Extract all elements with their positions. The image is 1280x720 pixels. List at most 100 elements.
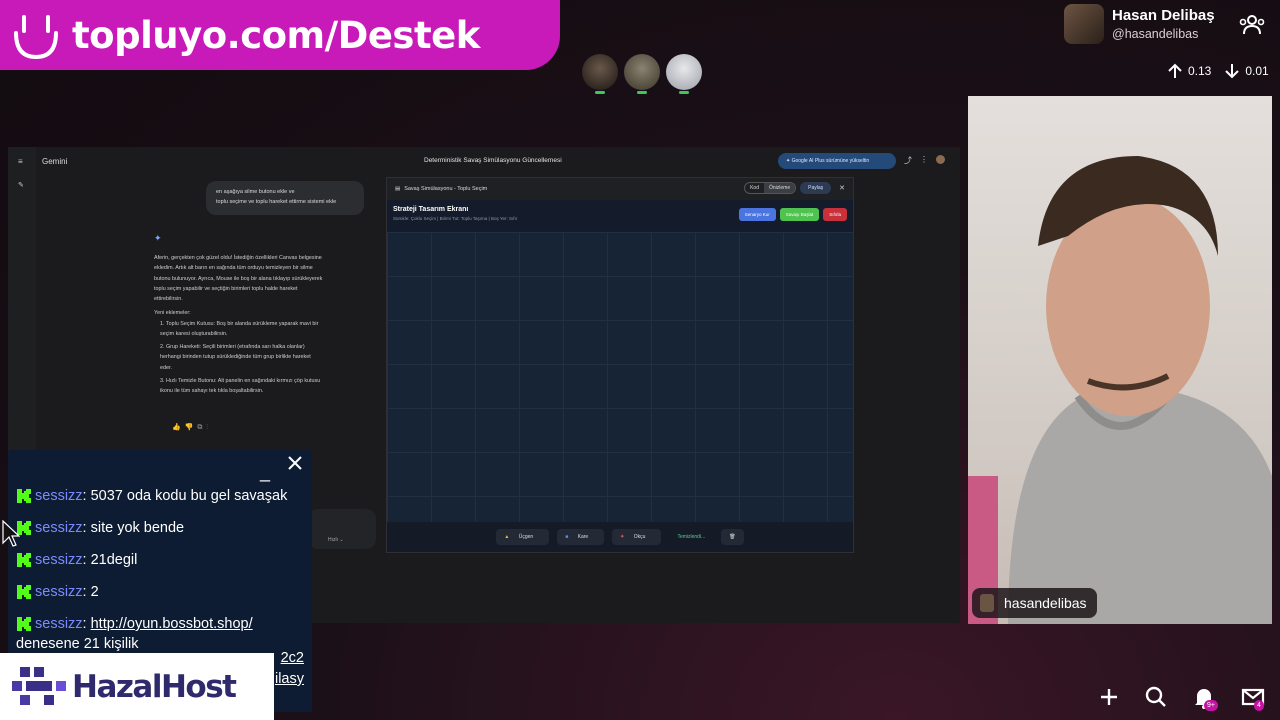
answer-line: 3. Hızlı Temizle Butonu: Alt panelin en … <box>160 377 321 384</box>
tab-code[interactable]: Kod <box>745 183 764 193</box>
download-rate: 0.01 <box>1245 64 1269 78</box>
answer-line: ekledim. Artık alt barın en sağında tüm … <box>154 265 313 272</box>
people-icon[interactable] <box>1238 14 1266 36</box>
close-icon[interactable] <box>286 454 304 472</box>
canvas-panel: ▤ Savaş Simülasyonu - Toplu Seçim Kod Ön… <box>386 177 854 553</box>
reset-button[interactable]: Sıfırla <box>823 208 847 221</box>
arrow-down-icon <box>1225 64 1240 79</box>
promo-banner: topluyo.com/Destek <box>0 0 560 70</box>
chat-text: 2 <box>90 584 99 600</box>
chat-text: site yok bende <box>90 520 185 536</box>
viewer-avatar[interactable] <box>624 54 660 94</box>
share-button[interactable]: Paylaş <box>800 182 832 194</box>
streamer-handle: @hasandelibas <box>1112 27 1199 41</box>
reaction-icons[interactable]: 👍👎⧉⋮ <box>172 423 212 432</box>
start-battle-button[interactable]: Savaşı Başlat <box>779 208 820 221</box>
app-name: Gemini <box>42 157 68 166</box>
battlefield-grid[interactable] <box>387 232 853 522</box>
chat-message: sessizz: 5037 oda kodu bu gel savaşak <box>8 482 312 514</box>
kick-icon <box>17 617 31 631</box>
chat-username[interactable]: sessizz <box>35 616 83 632</box>
search-icon[interactable] <box>1143 684 1169 710</box>
kick-icon <box>17 553 31 567</box>
answer-list-title: Yeni eklemeler: <box>154 310 191 317</box>
unit-square-button[interactable]: ■ Kare <box>557 529 605 545</box>
upload-rate: 0.13 <box>1188 64 1212 78</box>
model-selector[interactable]: Hızlı ⌄ <box>308 509 376 549</box>
strategy-header: Strateji Tasarım Ekranı Sürükle: Çoklu S… <box>387 200 853 232</box>
status-text: Temizlendi... <box>677 534 706 540</box>
answer-line: ikonu ile tüm sahayı tek tıkla boşaltabi… <box>160 388 264 395</box>
chat-username[interactable]: sessizz <box>35 552 83 568</box>
chat-message: sessizz: http://oyun.bossbot.shop/ denes… <box>8 610 312 656</box>
upgrade-label: Google AI Plus sürümüne yükseltin <box>791 158 870 164</box>
chat-message: sessizz: 2 <box>8 578 312 610</box>
chat-trail: 2c2 <box>280 650 304 666</box>
chat-message: sessizz: site yok bende <box>8 514 312 546</box>
answer-line: toplu seçim yapabilir ve seçtiğin biriml… <box>154 285 298 292</box>
webcam-label: hasandelibas <box>972 588 1097 618</box>
smile-icon <box>14 15 58 60</box>
chat-username[interactable]: sessizz <box>35 488 83 504</box>
banner-text: topluyo.com/Destek <box>72 13 480 57</box>
sponsor-name: HazalHost <box>72 668 237 705</box>
streamer-info[interactable]: Hasan Delibaş @hasandelibas <box>1064 4 1215 44</box>
kick-icon <box>17 585 31 599</box>
cursor-icon <box>2 520 20 547</box>
answer-line: eder. <box>160 364 172 371</box>
chat-text: 5037 oda kodu bu gel savaşak <box>90 488 288 504</box>
answer-line: 2. Grup Hareketi: Seçili birimleri (etra… <box>160 344 305 351</box>
user-message-bubble: en aşağıya silme butonu ekle ve toplu se… <box>206 181 364 215</box>
chat-username[interactable]: sessizz <box>35 584 83 600</box>
mail-badge: 4 <box>1254 700 1264 711</box>
answer-line: ettirebilirsin. <box>154 296 183 303</box>
assistant-answer: Aferin, gerçekten çok güzel oldu! İstedi… <box>154 253 364 396</box>
upgrade-button[interactable]: ✦ Google AI Plus sürümüne yükseltin <box>778 153 896 169</box>
edit-icon[interactable]: ✎ <box>18 181 24 189</box>
sponsor-logo: HazalHost <box>0 653 274 720</box>
avatar[interactable] <box>936 155 945 164</box>
viewer-avatar[interactable] <box>582 54 618 94</box>
streamer-name: Hasan Delibaş <box>1112 7 1215 24</box>
avatar <box>980 594 994 612</box>
top-icons: ⤴ ⋮ <box>904 155 945 166</box>
chat-text: 21degil <box>90 552 138 568</box>
kick-icon <box>17 489 31 503</box>
chat-text: denesene 21 kişilik <box>16 636 139 652</box>
avatar <box>1064 4 1104 44</box>
chat-link[interactable]: http://oyun.bossbot.shop/ <box>91 616 253 632</box>
unit-toolbar: ▲ Üçgen ■ Kare ✦ Okçu Temizlendi... 🗑 <box>387 522 853 552</box>
answer-line: herhangi birinden tutup sürüklediğinde t… <box>160 354 311 361</box>
view-toggle[interactable]: Kod Önizleme <box>744 182 797 194</box>
more-icon[interactable]: ⋮ <box>920 155 928 166</box>
bubble-line: toplu seçime ve toplu hareket ettirme si… <box>216 198 337 205</box>
share-icon[interactable]: ⤴ <box>904 155 912 166</box>
doc-icon: ▤ <box>395 186 401 192</box>
tab-preview[interactable]: Önizleme <box>763 183 796 193</box>
webcam-name: hasandelibas <box>1004 595 1087 611</box>
minimize-icon[interactable]: _ <box>260 462 270 483</box>
answer-line: seçim karesi oluşturabilirsin. <box>160 330 228 337</box>
plus-icon[interactable] <box>1096 684 1122 710</box>
bell-badge: 9+ <box>1204 700 1218 711</box>
unit-archer-button[interactable]: ✦ Okçu <box>612 529 662 545</box>
close-icon[interactable]: ✕ <box>839 184 845 192</box>
viewer-avatars <box>582 54 702 94</box>
answer-line: Aferin, gerçekten çok güzel oldu! İstedi… <box>154 255 322 261</box>
hazalhost-logo-icon <box>12 666 66 705</box>
chat-header: _ <box>8 450 312 482</box>
trash-icon[interactable]: 🗑 <box>721 529 744 545</box>
bubble-line: en aşağıya silme butonu ekle ve <box>216 189 295 195</box>
chat-message: sessizz: 21degil <box>8 546 312 578</box>
scenario-button[interactable]: Senaryo Kur <box>738 208 776 221</box>
gemini-sparkle-icon: ✦ <box>154 233 162 243</box>
canvas-toolbar: ▤ Savaş Simülasyonu - Toplu Seçim Kod Ön… <box>387 178 853 200</box>
canvas-doc-title: Savaş Simülasyonu - Toplu Seçim <box>404 186 488 192</box>
arrow-up-icon <box>1168 63 1182 78</box>
chat-username[interactable]: sessizz <box>35 520 83 536</box>
webcam-person <box>968 156 1272 624</box>
webcam-feed <box>968 96 1272 624</box>
viewer-avatar[interactable] <box>666 54 702 94</box>
menu-icon[interactable]: ≡ <box>18 157 23 166</box>
unit-triangle-button[interactable]: ▲ Üçgen <box>496 529 550 545</box>
